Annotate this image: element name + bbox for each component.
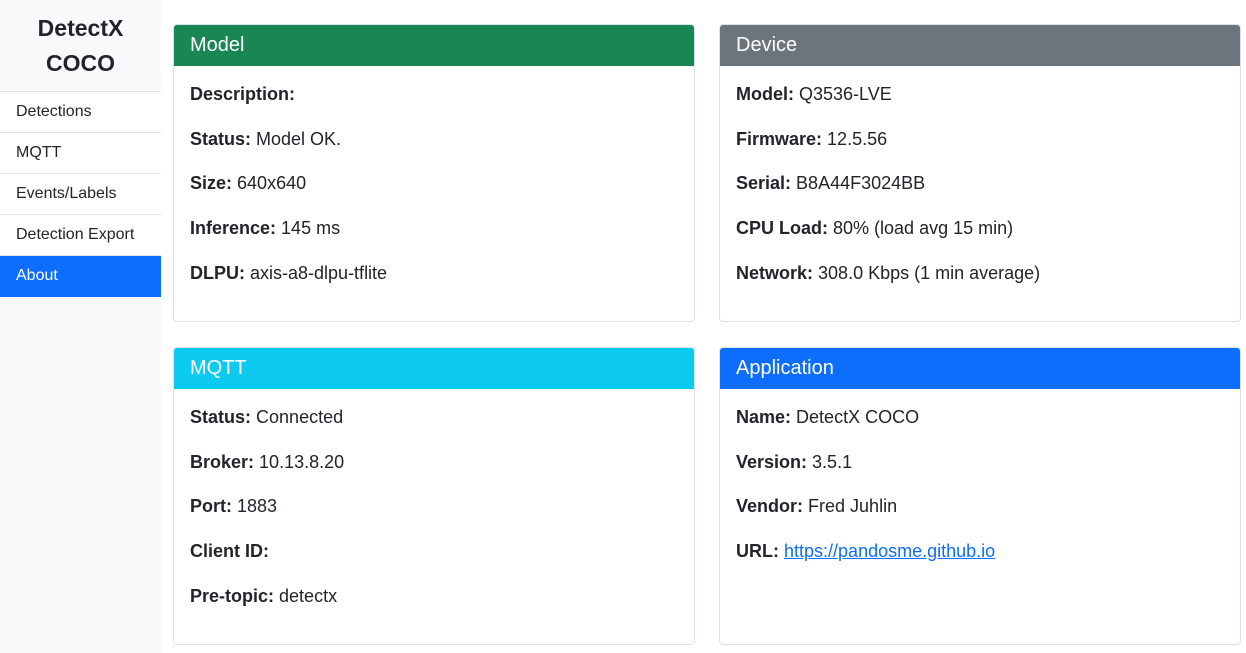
device-card-body: Model: Q3536-LVE Firmware: 12.5.56 Seria… [720, 66, 1240, 307]
device-card-header: Device [720, 25, 1240, 66]
app-brand: DetectX COCO [0, 0, 161, 92]
mqtt-card-body: Status: Connected Broker: 10.13.8.20 Por… [174, 389, 694, 630]
application-version-row: Version: 3.5.1 [736, 452, 1224, 497]
sidebar-item-detections[interactable]: Detections [0, 92, 161, 133]
row-value: Model OK. [256, 128, 342, 149]
brand-line-2: COCO [46, 49, 115, 76]
mqtt-status-row: Status: Connected [190, 407, 678, 452]
row-label: Inference: [190, 218, 277, 239]
row-label: Network: [736, 262, 814, 283]
row-value: 145 ms [281, 218, 341, 239]
sidebar-item-events-labels[interactable]: Events/Labels [0, 174, 161, 215]
row-value: 3.5.1 [812, 451, 853, 472]
sidebar: DetectX COCO Detections MQTT Events/Labe… [0, 0, 161, 653]
row-label: Port: [190, 496, 232, 517]
row-value: DetectX COCO [796, 407, 920, 427]
row-label: Pre-topic: [190, 585, 275, 606]
model-description-row: Description: [190, 84, 678, 129]
row-value: axis-a8-dlpu-tflite [250, 262, 388, 283]
application-name-row: Name: DetectX COCO [736, 407, 1224, 452]
row-value: Connected [256, 407, 344, 427]
device-firmware-row: Firmware: 12.5.56 [736, 129, 1224, 174]
row-value: Fred Juhlin [808, 496, 898, 517]
row-label: Size: [190, 173, 233, 194]
application-url-row: URL: https://pandosme.github.io [736, 541, 1224, 586]
mqtt-card: MQTT Status: Connected Broker: 10.13.8.2… [173, 347, 695, 645]
row-value: 12.5.56 [827, 128, 888, 149]
application-card-body: Name: DetectX COCO Version: 3.5.1 Vendor… [720, 389, 1240, 586]
device-cpu-load-row: CPU Load: 80% (load avg 15 min) [736, 218, 1224, 263]
brand-line-1: DetectX [37, 14, 124, 41]
model-dlpu-row: DLPU: axis-a8-dlpu-tflite [190, 263, 678, 308]
row-value: B8A44F3024BB [796, 173, 926, 194]
row-value: 308.0 Kbps (1 min average) [818, 262, 1041, 283]
application-vendor-row: Vendor: Fred Juhlin [736, 496, 1224, 541]
row-label: Version: [736, 451, 808, 472]
application-card: Application Name: DetectX COCO Version: … [719, 347, 1241, 645]
mqtt-port-row: Port: 1883 [190, 496, 678, 541]
model-card-body: Description: Status: Model OK. Size: 640… [174, 66, 694, 307]
row-label: Status: [190, 407, 252, 427]
device-serial-row: Serial: B8A44F3024BB [736, 173, 1224, 218]
row-label: Serial: [736, 173, 792, 194]
device-card: Device Model: Q3536-LVE Firmware: 12.5.5… [719, 24, 1241, 322]
device-network-row: Network: 308.0 Kbps (1 min average) [736, 263, 1224, 308]
row-label: Description: [190, 84, 296, 104]
row-value: 80% (load avg 15 min) [833, 218, 1014, 239]
model-status-row: Status: Model OK. [190, 129, 678, 174]
sidebar-item-about[interactable]: About [0, 256, 161, 297]
row-label: DLPU: [190, 262, 245, 283]
mqtt-card-header: MQTT [174, 348, 694, 389]
row-label: CPU Load: [736, 218, 828, 239]
sidebar-item-mqtt[interactable]: MQTT [0, 133, 161, 174]
row-value: detectx [279, 585, 338, 606]
row-label: Client ID: [190, 541, 269, 562]
row-label: Name: [736, 407, 792, 427]
model-card-header: Model [174, 25, 694, 66]
row-label: Vendor: [736, 496, 804, 517]
row-label: Firmware: [736, 128, 823, 149]
model-card: Model Description: Status: Model OK. Siz… [173, 24, 695, 322]
sidebar-item-detection-export[interactable]: Detection Export [0, 215, 161, 256]
mqtt-client-id-row: Client ID: [190, 541, 678, 586]
application-url-link[interactable]: https://pandosme.github.io [784, 541, 995, 561]
model-size-row: Size: 640x640 [190, 173, 678, 218]
row-label: URL: [736, 541, 779, 562]
application-card-header: Application [720, 348, 1240, 389]
model-inference-row: Inference: 145 ms [190, 218, 678, 263]
row-label: Model: [736, 84, 794, 104]
device-model-row: Model: Q3536-LVE [736, 84, 1224, 129]
row-value: 640x640 [237, 173, 307, 194]
row-value: 1883 [237, 496, 278, 517]
mqtt-pre-topic-row: Pre-topic: detectx [190, 586, 678, 631]
row-label: Broker: [190, 451, 255, 472]
mqtt-broker-row: Broker: 10.13.8.20 [190, 452, 678, 497]
row-value: Q3536-LVE [799, 84, 892, 104]
row-value: 10.13.8.20 [259, 451, 345, 472]
row-label: Status: [190, 128, 252, 149]
